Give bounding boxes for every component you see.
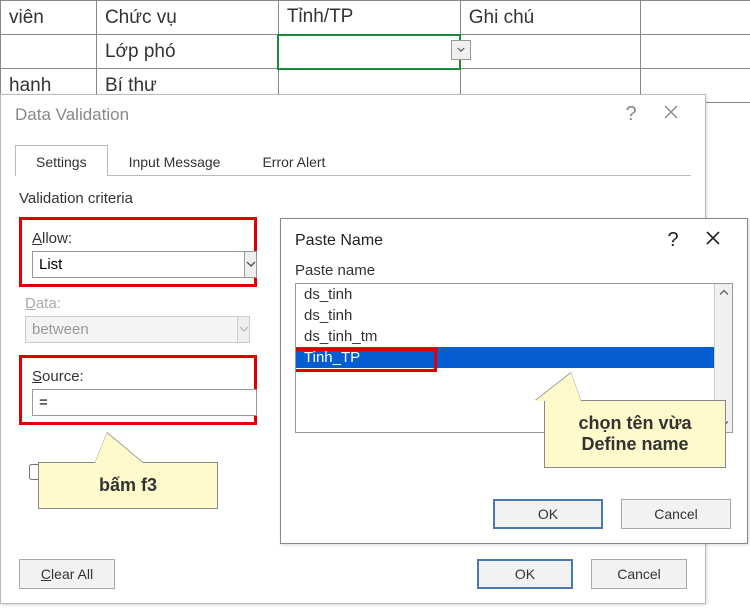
help-icon[interactable]: ? bbox=[653, 229, 693, 252]
cell[interactable]: Lớp phó bbox=[96, 35, 278, 69]
list-item[interactable]: ds_tinh_tm bbox=[296, 326, 732, 347]
criteria-heading: Validation criteria bbox=[19, 190, 687, 207]
cell[interactable] bbox=[1, 35, 97, 69]
col-header[interactable]: Ghi chú bbox=[460, 1, 640, 35]
chevron-down-icon bbox=[246, 261, 256, 268]
annotation-press-f3: bấm f3 bbox=[38, 462, 218, 509]
chevron-down-icon bbox=[457, 47, 465, 53]
cancel-button[interactable]: Cancel bbox=[591, 559, 687, 589]
source-label: Source: bbox=[32, 368, 244, 385]
clear-all-button[interactable]: Clear All bbox=[19, 559, 115, 589]
worksheet-grid[interactable]: viên Chức vụ Tỉnh/TP Ghi chú Lớp phó han… bbox=[0, 0, 750, 103]
cell-dropdown-button[interactable] bbox=[451, 40, 471, 60]
allow-label: Allow: bbox=[32, 230, 244, 247]
cell[interactable] bbox=[460, 35, 640, 69]
dialog-title: Data Validation bbox=[15, 105, 129, 125]
paste-name-label: Paste name bbox=[281, 262, 747, 283]
col-header[interactable]: Chức vụ bbox=[96, 1, 278, 35]
ok-button[interactable]: OK bbox=[493, 499, 603, 529]
list-item[interactable]: ds_tinh bbox=[296, 284, 732, 305]
allow-group-highlight: Allow: bbox=[19, 217, 257, 287]
col-header[interactable]: viên bbox=[1, 1, 97, 35]
source-input[interactable] bbox=[32, 389, 257, 416]
help-icon[interactable]: ? bbox=[611, 103, 651, 126]
list-item-selected[interactable]: Tinh_TP bbox=[296, 347, 732, 368]
allow-combo-arrow[interactable] bbox=[245, 251, 257, 278]
paste-name-dialog: Paste Name ? Paste name ds_tinh ds_tinh … bbox=[280, 218, 748, 544]
close-icon[interactable] bbox=[651, 103, 691, 126]
data-combo-arrow bbox=[238, 316, 250, 343]
chevron-up-icon bbox=[719, 288, 729, 296]
source-group-highlight: Source: bbox=[19, 355, 257, 425]
selected-cell[interactable] bbox=[278, 35, 460, 69]
tab-error-alert[interactable]: Error Alert bbox=[241, 145, 346, 176]
cancel-button[interactable]: Cancel bbox=[621, 499, 731, 529]
annotation-choose-name: chọn tên vừa Define name bbox=[544, 400, 726, 468]
tab-input-message[interactable]: Input Message bbox=[108, 145, 242, 176]
col-header[interactable] bbox=[640, 1, 750, 35]
col-header[interactable]: Tỉnh/TP bbox=[278, 1, 460, 35]
allow-combo[interactable] bbox=[32, 251, 245, 278]
cell[interactable] bbox=[640, 35, 750, 69]
chevron-down-icon bbox=[239, 326, 249, 333]
dialog-title: Paste Name bbox=[295, 232, 383, 250]
close-icon[interactable] bbox=[693, 229, 733, 252]
ok-button[interactable]: OK bbox=[477, 559, 573, 589]
tab-settings[interactable]: Settings bbox=[15, 145, 108, 176]
list-item[interactable]: ds_tinh bbox=[296, 305, 732, 326]
data-combo bbox=[25, 316, 238, 343]
